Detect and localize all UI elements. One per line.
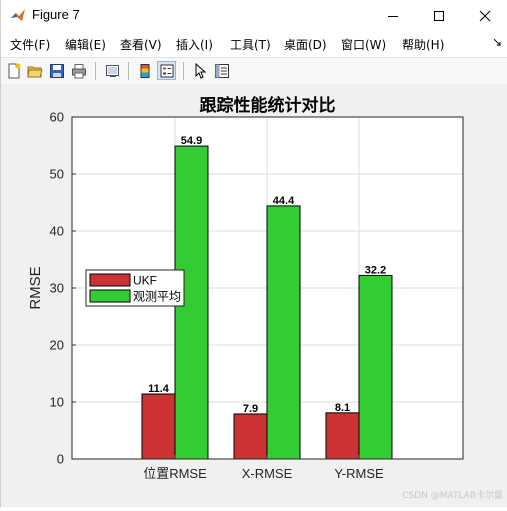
menu-help[interactable]: 帮助(H) [402, 36, 444, 53]
open-file-icon [26, 66, 43, 77]
save-icon [49, 63, 64, 78]
maximize-button[interactable] [416, 0, 462, 31]
print-button[interactable] [69, 61, 88, 80]
legend-button[interactable] [157, 61, 176, 80]
data-label: 8.1 [335, 402, 350, 414]
bar-ukf [233, 413, 268, 460]
minimize-icon [388, 15, 398, 17]
y-tick-label: 20 [50, 338, 64, 353]
legend-label: UKF [133, 274, 157, 288]
legend-label: 观测平均 [133, 290, 181, 304]
title-bar: Figure 7 [1, 0, 507, 31]
y-tick-label: 0 [57, 452, 64, 467]
window-title: Figure 7 [32, 7, 80, 22]
menu-view[interactable]: 查看(V) [120, 36, 162, 53]
maximize-icon [434, 10, 444, 21]
close-button[interactable] [462, 0, 507, 31]
data-label: 7.9 [243, 403, 258, 415]
new-figure-button[interactable] [4, 61, 23, 80]
colorbar-button[interactable] [135, 61, 154, 80]
matlab-logo-icon [11, 9, 25, 21]
legend-swatch [89, 289, 131, 303]
toolbar-separator [183, 62, 184, 80]
figure-canvas: 0 10 20 30 40 50 60 11.4 7.9 8.1 54.9 44.4 32.2 位置RMS… [2, 84, 507, 507]
close-icon [479, 10, 491, 21]
open-file-button[interactable] [25, 61, 44, 80]
chart-title: 跟踪性能统计对比 [200, 95, 336, 115]
menu-insert[interactable]: 插入(I) [176, 36, 213, 53]
data-label: 11.4 [148, 383, 170, 395]
link-plot-button[interactable] [103, 61, 122, 80]
print-icon [71, 63, 86, 78]
property-inspector-button[interactable] [212, 61, 231, 80]
bar-observation-average [266, 205, 301, 460]
y-tick-label: 40 [50, 224, 64, 239]
y-tick-label: 30 [50, 281, 64, 296]
figure-window: Figure 7 文件(F) 编辑(E) 查看(V) 插入(I) 工具(T) 桌… [0, 0, 507, 507]
y-axis-label: RMSE [27, 266, 44, 309]
menu-overflow-icon[interactable]: ↘ [492, 35, 502, 49]
data-label: 54.9 [181, 135, 202, 147]
pointer-icon [195, 62, 206, 79]
toolbar-separator [128, 62, 129, 80]
figure-toolbar [1, 57, 507, 85]
property-inspector-icon [214, 63, 229, 78]
data-label: 44.4 [273, 195, 295, 207]
x-tick-label: Y-RMSE [334, 466, 384, 481]
menu-bar: 文件(F) 编辑(E) 查看(V) 插入(I) 工具(T) 桌面(D) 窗口(W… [1, 31, 507, 57]
y-tick-label: 10 [50, 395, 64, 410]
menu-window[interactable]: 窗口(W) [341, 36, 386, 53]
y-tick-label: 60 [50, 110, 64, 125]
x-tick-label: 位置RMSE [143, 466, 207, 481]
bar-chart[interactable]: 0 10 20 30 40 50 60 11.4 7.9 8.1 54.9 44.4 32.2 位置RMS… [2, 84, 507, 507]
menu-file[interactable]: 文件(F) [10, 36, 50, 53]
legend-swatch [89, 273, 131, 287]
y-tick-label: 50 [50, 167, 64, 182]
save-button[interactable] [47, 61, 66, 80]
menu-desktop[interactable]: 桌面(D) [284, 36, 327, 53]
toolbar-separator [95, 62, 96, 80]
minimize-button[interactable] [370, 0, 416, 31]
pointer-button[interactable] [190, 61, 209, 80]
bar-observation-average [358, 274, 393, 460]
watermark-text: CSDN @MATLAB卡尔曼 [402, 491, 503, 501]
bar-ukf [325, 412, 360, 460]
x-tick-label: X-RMSE [242, 466, 293, 481]
menu-tools[interactable]: 工具(T) [230, 36, 271, 53]
bar-ukf [141, 393, 176, 460]
menu-edit[interactable]: 编辑(E) [65, 36, 106, 53]
data-label: 32.2 [365, 264, 386, 276]
new-figure-icon [8, 63, 20, 78]
legend-icon [160, 64, 173, 77]
colorbar-icon [140, 63, 149, 78]
link-plot-icon [105, 64, 119, 77]
